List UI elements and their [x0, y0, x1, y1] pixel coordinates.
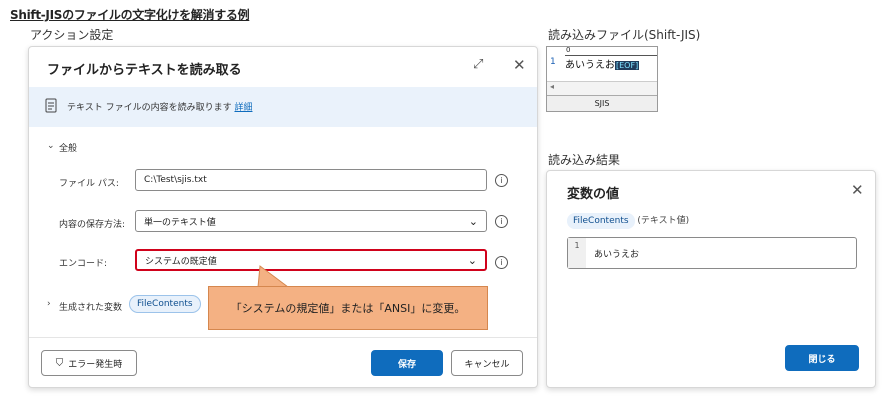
file-path-label: ファイル パス:: [59, 179, 119, 189]
ruler: 0: [565, 46, 657, 56]
dialog-title: ファイルからテキストを読み取る: [47, 63, 242, 78]
chevron-down-icon: ⌄: [468, 214, 478, 228]
variable-value-dialog: 変数の値 ✕ FileContents (テキスト値) 1 あいうえお 閉じる: [546, 170, 876, 388]
info-bar: テキスト ファイルの内容を読み取ります 詳細: [29, 87, 537, 127]
encoding-label: エンコード:: [59, 259, 108, 269]
store-select[interactable]: 単一のテキスト値 ⌄: [135, 210, 487, 232]
store-label: 内容の保存方法:: [59, 220, 126, 230]
value-text: あいうえお: [594, 250, 640, 260]
close-button[interactable]: 閉じる: [785, 345, 859, 371]
section-general[interactable]: 全般: [59, 141, 77, 154]
value-line-number: 1: [568, 238, 586, 268]
info-icon[interactable]: i: [495, 256, 508, 269]
eof-marker: [EOF]: [615, 61, 640, 70]
read-result-label: 読み込み結果: [548, 153, 621, 167]
line-number: 1: [550, 57, 556, 67]
info-text: テキスト ファイルの内容を読み取ります: [67, 103, 232, 113]
result-dialog-title: 変数の値: [567, 187, 620, 202]
chevron-down-icon[interactable]: ⌄: [47, 141, 55, 151]
result-variable-chip: FileContents: [567, 213, 635, 229]
info-icon[interactable]: i: [495, 215, 508, 228]
file-preview: 0 1 あいうえお[EOF] ◂ SJIS: [546, 46, 658, 112]
variable-chip[interactable]: FileContents: [129, 295, 201, 313]
read-file-label: 読み込みファイル(Shift-JIS): [548, 28, 701, 42]
callout-pointer: [257, 265, 290, 288]
encoding-status: SJIS: [547, 95, 657, 111]
file-path-value: C:\Test\sjis.txt: [144, 175, 207, 185]
info-icon[interactable]: i: [495, 174, 508, 187]
chevron-down-icon: ⌄: [467, 253, 477, 267]
action-settings-label: アクション設定: [30, 28, 114, 42]
callout-note: 「システムの規定値」または「ANSI」に変更。: [208, 286, 488, 330]
encoding-value: システムの既定値: [145, 256, 217, 267]
close-icon[interactable]: ✕: [851, 181, 864, 199]
file-path-input[interactable]: C:\Test\sjis.txt: [135, 169, 487, 191]
ruler-zero: 0: [566, 46, 571, 54]
shield-icon: ⛉: [55, 357, 64, 369]
page-title: Shift-JISのファイルの文字化けを解消する例: [10, 8, 250, 22]
document-icon: [45, 98, 57, 113]
encoding-select[interactable]: システムの既定値 ⌄: [135, 249, 487, 271]
cancel-button[interactable]: キャンセル: [451, 350, 523, 376]
footer-divider: [29, 337, 537, 338]
read-text-dialog: ファイルからテキストを読み取る ⤢ ✕ テキスト ファイルの内容を読み取ります …: [28, 46, 538, 388]
expand-icon[interactable]: ⤢: [473, 57, 483, 72]
on-error-button[interactable]: ⛉ エラー発生時: [41, 350, 137, 376]
on-error-label: エラー発生時: [68, 359, 123, 370]
close-icon[interactable]: ✕: [513, 56, 526, 74]
horizontal-scrollbar[interactable]: ◂: [547, 81, 657, 95]
store-value: 単一のテキスト値: [144, 217, 216, 228]
file-content: あいうえお: [565, 60, 615, 71]
generated-variables-label[interactable]: 生成された変数: [59, 300, 122, 313]
value-box: 1 あいうえお: [567, 237, 857, 269]
chevron-right-icon[interactable]: ›: [47, 299, 51, 309]
save-button[interactable]: 保存: [371, 350, 443, 376]
variable-type: (テキスト値): [637, 216, 690, 226]
details-link[interactable]: 詳細: [234, 103, 252, 113]
